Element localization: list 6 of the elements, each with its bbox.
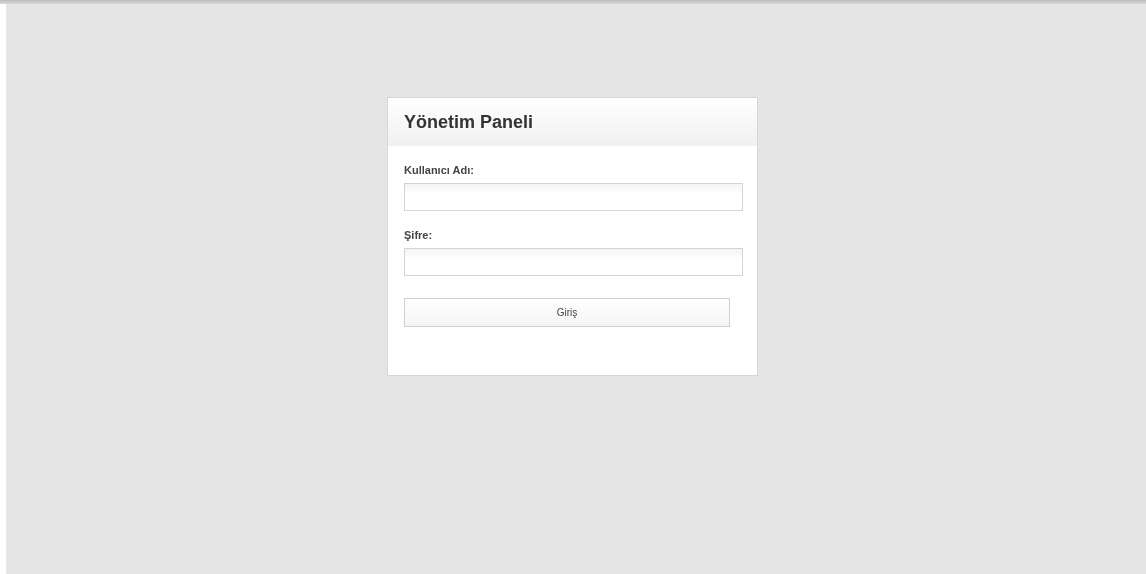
input-field[interactable] <box>404 248 743 276</box>
field-label: Kullanıcı Adı: <box>404 164 475 176</box>
field-label: Şifre: <box>404 229 434 241</box>
login-button[interactable]: Giriş <box>404 298 730 327</box>
input-field[interactable] <box>404 183 743 211</box>
panel-title: Yönetim Paneli <box>404 111 534 133</box>
